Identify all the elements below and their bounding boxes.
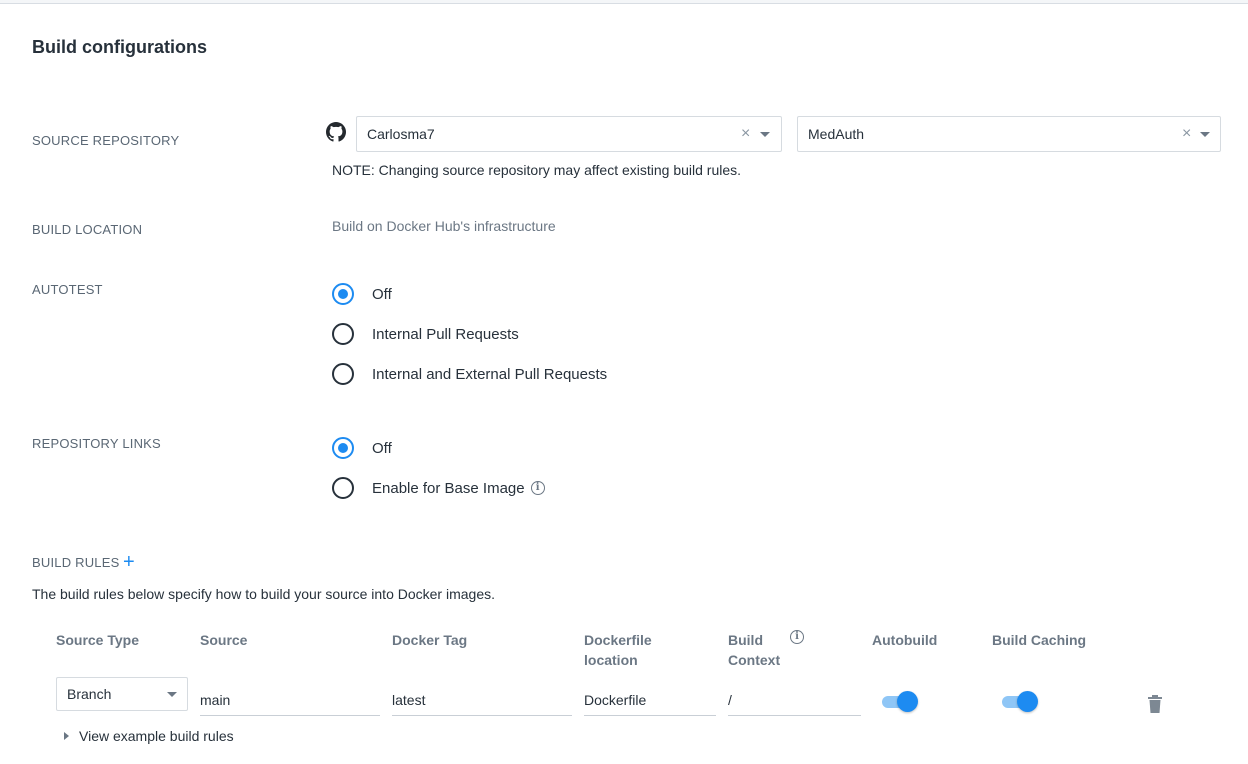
organization-select[interactable]: Carlosma7 × — [356, 116, 782, 152]
autotest-option-off[interactable]: Off — [332, 282, 392, 306]
build-caching-toggle[interactable] — [1002, 691, 1038, 713]
info-icon[interactable]: i — [530, 481, 545, 495]
trash-icon[interactable] — [1147, 694, 1163, 714]
clear-repository-icon[interactable]: × — [1182, 125, 1191, 143]
repository-value: MedAuth — [808, 126, 865, 142]
autotest-option-internal[interactable]: Internal Pull Requests — [332, 322, 519, 346]
source-type-select[interactable]: Branch — [56, 677, 188, 711]
radio-label: Off — [372, 285, 392, 303]
radio-label: Off — [372, 439, 392, 457]
radio-label: Internal and External Pull Requests — [372, 365, 608, 383]
page-title: Build configurations — [32, 37, 207, 57]
radio-unchecked-icon[interactable] — [332, 477, 354, 499]
docker-tag-input[interactable]: latest — [392, 684, 572, 716]
column-header-line: location — [584, 652, 638, 668]
column-header-build-context: Build Context — [728, 630, 780, 670]
info-icon[interactable]: i — [790, 630, 804, 644]
view-example-build-rules-link[interactable]: View example build rules — [64, 728, 234, 744]
source-repository-label: SOURCE REPOSITORY — [32, 133, 180, 148]
column-header-docker-tag: Docker Tag — [392, 632, 468, 648]
source-type-value: Branch — [67, 686, 112, 702]
source-input[interactable]: main — [200, 684, 380, 716]
column-header-source-type: Source Type — [56, 632, 139, 648]
top-divider — [0, 0, 1248, 4]
autotest-label: AUTOTEST — [32, 282, 103, 297]
column-header-autobuild: Autobuild — [872, 632, 938, 648]
dockerfile-location-input[interactable]: Dockerfile — [584, 684, 716, 716]
chevron-down-icon[interactable] — [760, 132, 770, 137]
build-rules-description: The build rules below specify how to bui… — [32, 586, 496, 602]
toggle-knob — [897, 691, 918, 712]
radio-checked-icon[interactable] — [332, 283, 354, 305]
column-header-build-caching: Build Caching — [992, 632, 1087, 648]
build-location-value: Build on Docker Hub's infrastructure — [332, 218, 556, 234]
column-header-line: Build — [728, 632, 763, 648]
repository-links-label: REPOSITORY LINKS — [32, 436, 161, 451]
view-example-build-rules-label: View example build rules — [79, 728, 234, 744]
github-icon — [326, 122, 346, 142]
build-context-input[interactable]: / — [728, 684, 861, 716]
build-location-label: BUILD LOCATION — [32, 222, 143, 237]
source-repository-note: NOTE: Changing source repository may aff… — [332, 162, 742, 178]
repository-select[interactable]: MedAuth × — [797, 116, 1221, 152]
radio-label: Internal Pull Requests — [372, 325, 519, 343]
radio-unchecked-icon[interactable] — [332, 363, 354, 385]
repository-links-option-base-image[interactable]: Enable for Base Image i — [332, 476, 545, 500]
add-build-rule-icon[interactable]: + — [123, 552, 135, 572]
caret-right-icon — [64, 732, 69, 740]
toggle-knob — [1017, 691, 1038, 712]
radio-checked-icon[interactable] — [332, 437, 354, 459]
autobuild-toggle[interactable] — [882, 691, 918, 713]
column-header-dockerfile-location: Dockerfile location — [584, 630, 652, 670]
chevron-down-icon[interactable] — [167, 692, 177, 697]
column-header-source: Source — [200, 632, 248, 648]
organization-value: Carlosma7 — [367, 126, 435, 142]
column-header-line: Context — [728, 652, 781, 668]
clear-organization-icon[interactable]: × — [741, 125, 750, 143]
chevron-down-icon[interactable] — [1200, 132, 1210, 137]
radio-label: Enable for Base Image — [372, 479, 525, 497]
radio-unchecked-icon[interactable] — [332, 323, 354, 345]
build-rules-label: BUILD RULES — [32, 555, 120, 570]
autotest-option-internal-external[interactable]: Internal and External Pull Requests — [332, 362, 607, 386]
column-header-line: Dockerfile — [584, 632, 652, 648]
repository-links-option-off[interactable]: Off — [332, 436, 392, 460]
